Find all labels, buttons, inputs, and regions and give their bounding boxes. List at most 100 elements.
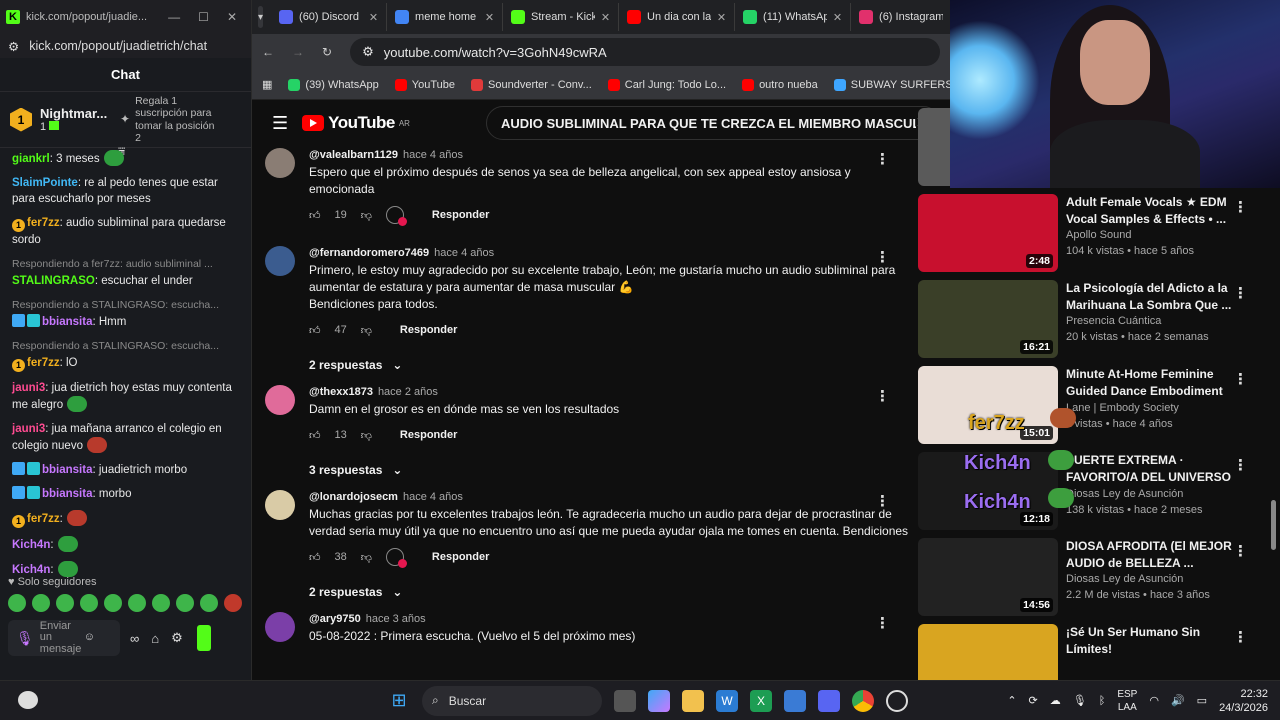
related-video[interactable]: 2:48 Adult Female Vocals ★ EDM Vocal Samp… xyxy=(918,194,1268,272)
bookmark-0[interactable]: (39) WhatsApp xyxy=(288,78,379,91)
mic-tray-icon[interactable]: 🎙 xyxy=(1073,694,1087,707)
calendar-icon[interactable] xyxy=(784,689,806,712)
chat-username[interactable]: jauni3 xyxy=(12,382,45,394)
video-thumbnail[interactable]: 2:48 xyxy=(918,194,1058,272)
tray-chevron-icon[interactable]: ⌃ xyxy=(1007,694,1016,707)
close-icon[interactable]: ✕ xyxy=(227,10,237,24)
comment-handle[interactable]: @fernandoromero7469 xyxy=(309,247,429,259)
bookmark-2[interactable]: Soundverter - Conv... xyxy=(471,78,592,91)
comment-avatar[interactable] xyxy=(265,385,295,415)
video-thumbnail[interactable]: 16:21 xyxy=(918,280,1058,358)
tab-close-icon[interactable]: ✕ xyxy=(369,11,378,24)
comment-time[interactable]: hace 4 años xyxy=(403,149,463,161)
kick-url-bar[interactable]: ⚙ kick.com/popout/juadietrich/chat xyxy=(0,34,251,58)
emote-2[interactable] xyxy=(32,594,50,612)
bookmark-4[interactable]: outro nueba xyxy=(742,78,818,91)
comment-avatar[interactable] xyxy=(265,612,295,642)
reply-button[interactable]: Responder xyxy=(432,551,489,563)
reply-button[interactable]: Responder xyxy=(400,429,457,441)
wifi-icon[interactable]: ◠ xyxy=(1149,694,1159,707)
comment-avatar[interactable] xyxy=(265,148,295,178)
chat-username[interactable]: bbiansita xyxy=(42,316,92,328)
tab-1[interactable]: meme home ✕ xyxy=(387,3,504,31)
video-channel[interactable]: Lane | Embody Society xyxy=(1066,400,1236,416)
comment-avatar[interactable] xyxy=(265,490,295,520)
related-video[interactable]: 16:21 La Psicología del Adicto a la Marih… xyxy=(918,280,1268,358)
task-view-icon[interactable] xyxy=(614,689,636,712)
bookmark-3[interactable]: Carl Jung: Todo Lo... xyxy=(607,78,726,91)
battery-icon[interactable]: ▭ xyxy=(1197,694,1207,707)
comment-menu-icon[interactable]: ⋮ xyxy=(875,387,890,405)
related-video[interactable]: 14:56 DIOSA AFRODITA (El MEJOR AUDIO de B… xyxy=(918,538,1268,616)
cloud-icon[interactable]: ☁ xyxy=(1050,694,1061,707)
video-title[interactable]: Adult Female Vocals ★ EDM Vocal Samples … xyxy=(1066,194,1236,227)
reload-icon[interactable]: ↻ xyxy=(322,45,332,59)
sync-icon[interactable]: ⟳ xyxy=(1029,694,1038,707)
video-channel[interactable]: Diosas Ley de Asunción xyxy=(1066,486,1236,502)
chat-username[interactable]: STALINGRASO xyxy=(12,275,95,287)
comment-menu-icon[interactable]: ⋮ xyxy=(875,248,890,266)
comment-menu-icon[interactable]: ⋮ xyxy=(875,614,890,632)
bluetooth-icon[interactable]: ᛒ xyxy=(1099,695,1106,707)
menu-icon[interactable]: ☰ xyxy=(272,113,288,134)
chat-username[interactable]: jauni3 xyxy=(12,423,45,435)
reply-context[interactable]: Respondiendo a STALINGRASO: escucha... xyxy=(12,338,238,354)
file-explorer-icon[interactable] xyxy=(682,689,704,712)
replies-toggle[interactable]: 3 respuestas ⌄ xyxy=(309,452,950,488)
language-indicator[interactable]: ESP LAA xyxy=(1117,688,1137,714)
video-menu-icon[interactable]: ⋮ xyxy=(1233,628,1248,646)
reply-context[interactable]: Respondiendo a fer7zz: audio subliminal … xyxy=(12,256,238,272)
chat-username[interactable]: fer7zz xyxy=(27,357,60,369)
video-title[interactable]: SUERTE EXTREMA · FAVORITO/A DEL UNIVERSO… xyxy=(1066,452,1236,486)
tab-close-icon[interactable]: ✕ xyxy=(833,11,842,24)
video-menu-icon[interactable]: ⋮ xyxy=(1233,456,1248,474)
emote-8[interactable] xyxy=(176,594,194,612)
video-menu-icon[interactable]: ⋮ xyxy=(1233,284,1248,302)
reply-context[interactable]: Respondiendo a STALINGRASO: escucha... xyxy=(12,297,238,313)
tab-close-icon[interactable]: ✕ xyxy=(717,11,726,24)
chat-input[interactable]: 🎙 Enviar un mensaje ☺ xyxy=(8,620,120,656)
replies-toggle[interactable]: 2 respuestas ⌄ xyxy=(309,574,950,610)
chat-username[interactable]: fer7zz xyxy=(27,513,60,525)
back-icon[interactable]: ← xyxy=(262,45,274,59)
video-title[interactable]: DIOSA AFRODITA (El MEJOR AUDIO de BELLEZ… xyxy=(1066,538,1236,571)
word-icon[interactable]: W xyxy=(716,689,738,712)
dislike-icon[interactable]: 👎︎ xyxy=(361,324,372,337)
forward-icon[interactable]: → xyxy=(292,45,304,59)
chat-username[interactable]: fer7zz xyxy=(27,217,60,229)
video-menu-icon[interactable]: ⋮ xyxy=(1233,542,1248,560)
tab-4[interactable]: (11) WhatsApp ✕ xyxy=(735,3,852,31)
emote-picker-icon[interactable]: ☺ xyxy=(84,632,95,644)
taskbar-search[interactable]: ⌕ Buscar xyxy=(422,685,602,716)
chat-username[interactable]: SlaimPointe xyxy=(12,177,78,189)
like-icon[interactable]: 👍︎ xyxy=(309,209,321,222)
weather-icon[interactable] xyxy=(18,691,38,709)
omnibox[interactable]: ⚙ youtube.com/watch?v=3GohN49cwRA xyxy=(350,38,940,66)
search-input[interactable]: AUDIO SUBLIMINAL PARA QUE TE CREZCA EL M… xyxy=(486,106,940,140)
comment-menu-icon[interactable]: ⋮ xyxy=(875,492,890,510)
video-channel[interactable]: Apollo Sound xyxy=(1066,227,1236,243)
video-thumbnail[interactable]: 14:56 xyxy=(918,538,1058,616)
emote-4[interactable] xyxy=(80,594,98,612)
send-button[interactable] xyxy=(196,625,211,651)
kicks-icon[interactable]: ∞ xyxy=(130,631,139,646)
page-scrollbar[interactable] xyxy=(1271,500,1276,550)
like-icon[interactable]: 👍︎ xyxy=(309,551,321,564)
dislike-icon[interactable]: 👎︎ xyxy=(361,429,372,442)
youtube-logo[interactable]: YouTube AR xyxy=(302,113,410,133)
chat-username[interactable]: Kich4n xyxy=(12,539,50,551)
comment-time[interactable]: hace 3 años xyxy=(366,613,426,625)
video-title[interactable]: Minute At-Home Feminine Guided Dance Emb… xyxy=(1066,366,1236,400)
comment-handle[interactable]: @valealbarn1129 xyxy=(309,149,398,161)
bookmark-5[interactable]: SUBWAY SURFERS -... xyxy=(833,78,969,91)
replies-toggle[interactable]: 2 respuestas ⌄ xyxy=(309,347,950,383)
video-menu-icon[interactable]: ⋮ xyxy=(1233,370,1248,388)
emote-1[interactable] xyxy=(8,594,26,612)
emote-5[interactable] xyxy=(104,594,122,612)
emote-6[interactable] xyxy=(128,594,146,612)
video-title[interactable]: La Psicología del Adicto a la Marihuana … xyxy=(1066,280,1236,313)
video-channel[interactable]: Presencia Cuántica xyxy=(1066,313,1236,329)
maximize-icon[interactable]: ☐ xyxy=(198,10,209,24)
volume-icon[interactable]: 🔊 xyxy=(1171,694,1185,707)
store-icon[interactable]: ⌂ xyxy=(151,631,159,646)
